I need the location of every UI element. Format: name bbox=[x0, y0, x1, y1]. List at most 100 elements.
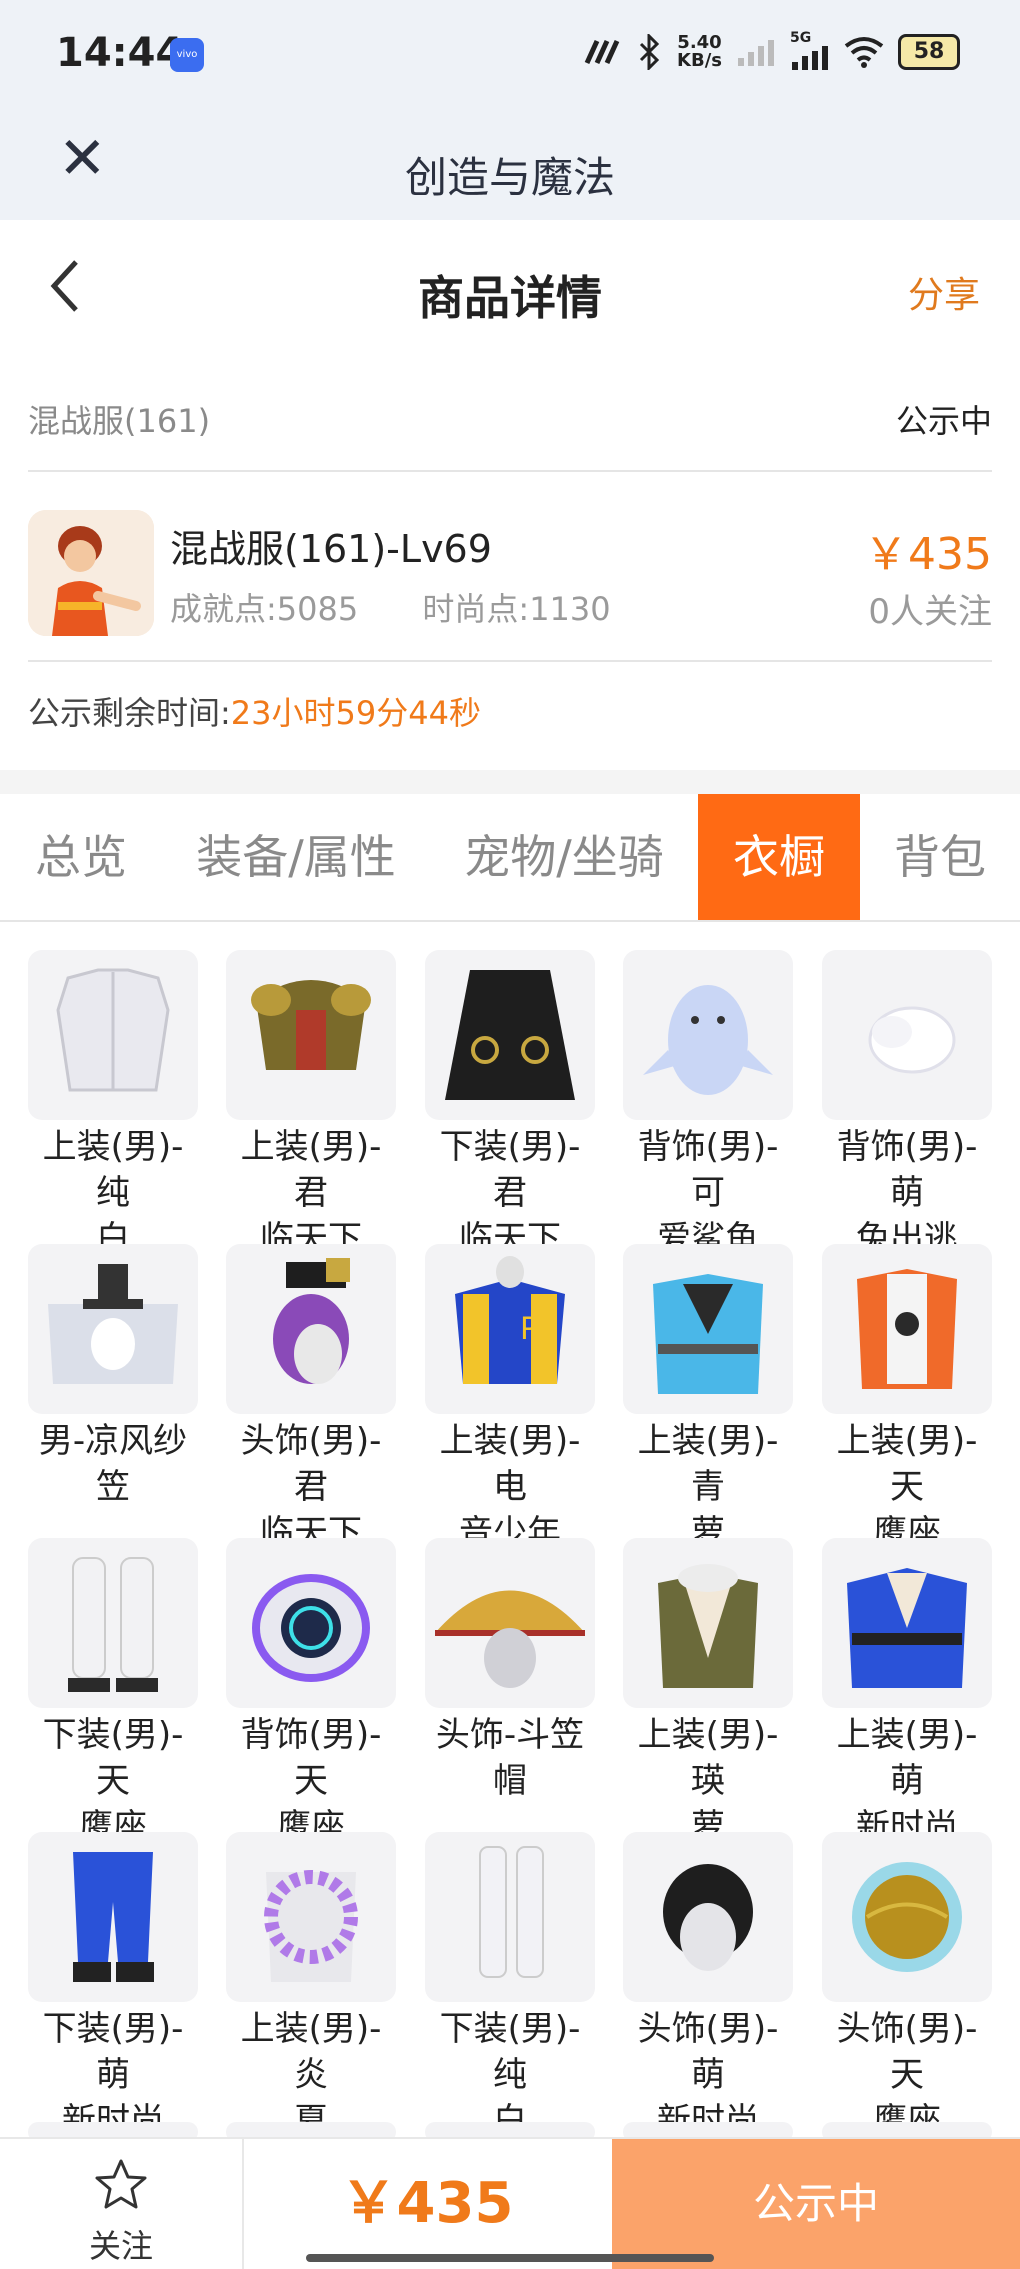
nfc-icon bbox=[584, 39, 620, 65]
wardrobe-item-thumb bbox=[822, 1538, 992, 1708]
blue-kimono-icon bbox=[847, 1568, 967, 1688]
wardrobe-item-label-line1: 头饰(男)-君 bbox=[240, 1421, 382, 1507]
app-title: 创造与魔法 bbox=[404, 153, 615, 202]
listing-status: 公示中 bbox=[895, 402, 992, 440]
white-fluff-icon bbox=[868, 1006, 956, 1074]
wardrobe-item-label-line1: 上装(男)-电 bbox=[439, 1421, 581, 1507]
timer-value: 23小时59分44秒 bbox=[230, 694, 481, 732]
blue-robe-icon bbox=[653, 1274, 763, 1394]
wardrobe-item-thumb bbox=[28, 1538, 198, 1708]
wardrobe-item-label-line2: 帽 bbox=[493, 1761, 527, 1801]
bluetooth-icon bbox=[639, 34, 660, 70]
wardrobe-item-thumb bbox=[822, 950, 992, 1120]
wardrobe-item[interactable]: 下装(男)-纯白 bbox=[425, 1832, 595, 2144]
wardrobe-item-thumb bbox=[623, 1832, 793, 2002]
orange-jacket-icon bbox=[857, 1269, 957, 1389]
wardrobe-item[interactable]: 下装(男)-君 临天下 bbox=[425, 950, 595, 1262]
tab-wardrobe[interactable]: 衣橱 bbox=[698, 794, 860, 920]
wardrobe-item[interactable]: 背饰(男)-可 爱鲨鱼 bbox=[623, 950, 793, 1262]
wardrobe-item-thumb bbox=[623, 950, 793, 1120]
wardrobe-item[interactable]: 男-凉风纱笠 bbox=[28, 1244, 198, 1510]
wardrobe-item[interactable]: 背饰(男)-天 鹰座 bbox=[226, 1538, 396, 1850]
signal-icon-weak bbox=[738, 40, 774, 66]
follower-count: 0人关注 bbox=[868, 592, 992, 632]
wardrobe-item[interactable]: 下装(男)-天 鹰座 bbox=[28, 1538, 198, 1850]
veil-hat-icon bbox=[48, 1264, 178, 1384]
purple-hair-icon bbox=[273, 1258, 350, 1384]
share-button[interactable]: 分享 bbox=[908, 266, 980, 318]
wardrobe-item-thumb bbox=[822, 1832, 992, 2002]
server-row: 混战服(161) 公示中 bbox=[28, 370, 992, 472]
battery-indicator: 58 bbox=[898, 34, 960, 70]
wardrobe-item-thumb bbox=[28, 1832, 198, 2002]
wardrobe-item-label-line1: 下装(男)-纯 bbox=[439, 2009, 581, 2095]
wardrobe-item-label: 头饰-斗笠帽 bbox=[425, 1712, 595, 1804]
fashion-points: 时尚点:1130 bbox=[422, 590, 611, 628]
wardrobe-item[interactable]: 上装(男)-青萝 bbox=[623, 1244, 793, 1556]
publicity-button[interactable]: 公示中 bbox=[612, 2139, 1020, 2269]
wardrobe-item-thumb bbox=[425, 950, 595, 1120]
tab-overview[interactable]: 总览 bbox=[0, 794, 162, 920]
vivo-icon: vivo bbox=[170, 38, 204, 72]
wardrobe-item-label-line1: 背饰(男)-天 bbox=[240, 1715, 382, 1801]
status-time: 14:44 bbox=[56, 30, 184, 76]
follow-label: 关注 bbox=[88, 2227, 153, 2265]
wardrobe-item[interactable]: 上装(男)-天 鹰座 bbox=[822, 1244, 992, 1556]
wardrobe-item-label-line1: 上装(男)-君 bbox=[240, 1127, 382, 1213]
server-name: 混战服(161) bbox=[28, 402, 211, 440]
wardrobe-item[interactable]: 下装(男)-萌 新时尚 bbox=[28, 1832, 198, 2144]
publicity-timer: 公示剩余时间:23小时59分44秒 bbox=[28, 688, 481, 734]
wardrobe-item[interactable]: 头饰(男)-君 临天下 bbox=[226, 1244, 396, 1556]
wardrobe-item-thumb bbox=[623, 1244, 793, 1414]
follow-button[interactable]: 关注 bbox=[0, 2139, 244, 2269]
wardrobe-item-thumb bbox=[425, 1832, 595, 2002]
net-speed: 5.40 KB/s bbox=[677, 32, 722, 71]
wardrobe-item-label: 背饰(男)-天 鹰座 bbox=[226, 1712, 396, 1850]
signal-5g: 5G bbox=[790, 30, 830, 70]
wardrobe-item[interactable]: 头饰(男)-萌 新时尚 bbox=[623, 1832, 793, 2144]
wardrobe-item[interactable]: 头饰-斗笠帽 bbox=[425, 1538, 595, 1804]
blue-pants-icon bbox=[73, 1852, 154, 1982]
product-summary: 混战服(161)-Lv69 成就点:5085 时尚点:1130 ￥435 0人关… bbox=[28, 480, 992, 662]
wardrobe-item-label: 背饰(男)-萌 兔出逃 bbox=[822, 1124, 992, 1262]
wardrobe-item-label-line1: 上装(男)-瑛 bbox=[637, 1715, 779, 1801]
flower-lei-icon bbox=[264, 1870, 358, 1982]
wardrobe-item[interactable]: 上装(男)-萌 新时尚 bbox=[822, 1538, 992, 1850]
bottom-price: ￥435 bbox=[340, 2171, 514, 2236]
wardrobe-item[interactable]: 头饰(男)-天 鹰座 bbox=[822, 1832, 992, 2144]
wardrobe-item-label-line2: 笠 bbox=[96, 1467, 130, 1507]
wardrobe-item-label: 上装(男)-电 音少年 bbox=[425, 1418, 595, 1556]
black-skirt-icon bbox=[445, 970, 575, 1100]
page-title: 商品详情 bbox=[418, 271, 602, 325]
product-price: ￥435 bbox=[864, 529, 992, 580]
wardrobe-item-label-line1: 下装(男)-天 bbox=[42, 1715, 184, 1801]
detail-tabs: 总览 装备/属性 宠物/坐骑 衣橱 背包 bbox=[0, 794, 1020, 922]
wardrobe-item[interactable]: 上装(男)-瑛萝 bbox=[623, 1538, 793, 1850]
character-image bbox=[28, 510, 154, 636]
wardrobe-item[interactable]: 上装(男)-炎夏 bbox=[226, 1832, 396, 2144]
shark-backpack-icon bbox=[643, 985, 773, 1095]
wardrobe-item-label: 上装(男)-青萝 bbox=[623, 1418, 793, 1556]
wardrobe-item[interactable]: 上装(男)-君 临天下 bbox=[226, 950, 396, 1262]
wardrobe-item[interactable]: 背饰(男)-萌 兔出逃 bbox=[822, 950, 992, 1262]
white-coat-icon bbox=[56, 968, 170, 1092]
wardrobe-item[interactable]: P 上装(男)-电 音少年 bbox=[425, 1244, 595, 1556]
character-avatar bbox=[28, 510, 154, 636]
tab-equipment[interactable]: 装备/属性 bbox=[162, 794, 430, 920]
wardrobe-item-label-line1: 上装(男)-炎 bbox=[240, 2009, 382, 2095]
wardrobe-item-label-line1: 上装(男)-青 bbox=[637, 1421, 779, 1507]
home-indicator[interactable] bbox=[306, 2254, 714, 2262]
status-bar: 14:44 vivo 5.40 KB/s 5G 58 bbox=[0, 0, 1020, 110]
tab-backpack[interactable]: 背包 bbox=[860, 794, 1020, 920]
wardrobe-item-thumb bbox=[623, 1538, 793, 1708]
wardrobe-item-label-line1: 背饰(男)-萌 bbox=[836, 1127, 978, 1213]
status-icons: 5.40 KB/s 5G 58 bbox=[583, 30, 960, 71]
wardrobe-item-thumb bbox=[822, 1244, 992, 1414]
product-name: 混战服(161)-Lv69 bbox=[170, 527, 492, 571]
wardrobe-item-label: 上装(男)-瑛萝 bbox=[623, 1712, 793, 1850]
section-divider bbox=[0, 770, 1020, 794]
wardrobe-item-thumb bbox=[226, 1832, 396, 2002]
wardrobe-item[interactable]: 上装(男)-纯白 bbox=[28, 950, 198, 1262]
wardrobe-item-label: 下装(男)-天 鹰座 bbox=[28, 1712, 198, 1850]
tab-pets-mounts[interactable]: 宠物/坐骑 bbox=[430, 794, 698, 920]
